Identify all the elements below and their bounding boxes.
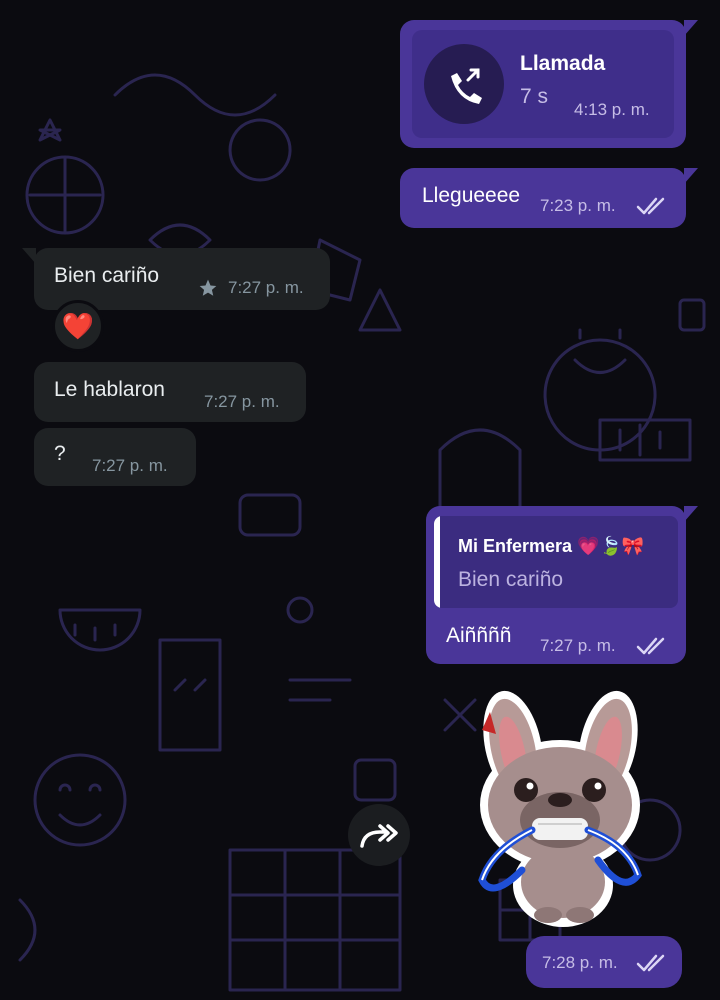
- message-text: ?: [54, 442, 66, 465]
- reply-message-bubble[interactable]: Mi Enfermera 💗🍃🎀 Bien cariño Aiññññ 7:27…: [426, 506, 698, 664]
- message-time: 7:27 p. m.: [92, 456, 168, 475]
- message-time: 7:27 p. m.: [228, 278, 304, 297]
- call-message-bubble[interactable]: Llamada 7 s 4:13 p. m.: [400, 20, 698, 148]
- message-time: 4:13 p. m.: [574, 100, 650, 119]
- star-icon: [199, 279, 217, 296]
- call-icon-circle: [424, 44, 504, 124]
- forward-button[interactable]: [348, 804, 410, 866]
- message-time: 7:27 p. m.: [540, 636, 616, 655]
- quote-accent-bar: [434, 516, 440, 608]
- message-time: 7:27 p. m.: [204, 392, 280, 411]
- heart-reaction-icon: ❤️: [61, 311, 95, 341]
- forward-icon: [360, 824, 398, 848]
- double-check-icon: [636, 197, 665, 215]
- incoming-message-bubble[interactable]: Le hablaron 7:27 p. m.: [34, 362, 306, 422]
- dog-with-leash-sticker[interactable]: [468, 690, 648, 930]
- incoming-message-bubble[interactable]: ? 7:27 p. m.: [34, 428, 196, 486]
- message-text: Llegueeee: [422, 184, 521, 207]
- outgoing-call-icon: [451, 68, 482, 104]
- sticker-time-pill: 7:28 p. m.: [526, 936, 682, 988]
- quoted-message[interactable]: Mi Enfermera 💗🍃🎀 Bien cariño: [434, 516, 678, 608]
- quoted-author: Mi Enfermera 💗🍃🎀: [458, 536, 645, 556]
- outgoing-message-bubble[interactable]: Llegueeee 7:23 p. m.: [400, 168, 698, 228]
- double-check-icon: [636, 954, 665, 972]
- message-time: 7:28 p. m.: [542, 953, 618, 972]
- message-text: Bien cariño: [54, 264, 160, 287]
- double-check-icon: [636, 637, 665, 655]
- call-duration: 7 s: [520, 85, 549, 108]
- quoted-text: Bien cariño: [458, 568, 564, 591]
- message-text: Aiññññ: [446, 624, 512, 647]
- reaction-badge[interactable]: ❤️: [52, 300, 104, 352]
- message-text: Le hablaron: [54, 378, 165, 401]
- call-title: Llamada: [520, 52, 606, 75]
- message-time: 7:23 p. m.: [540, 196, 616, 215]
